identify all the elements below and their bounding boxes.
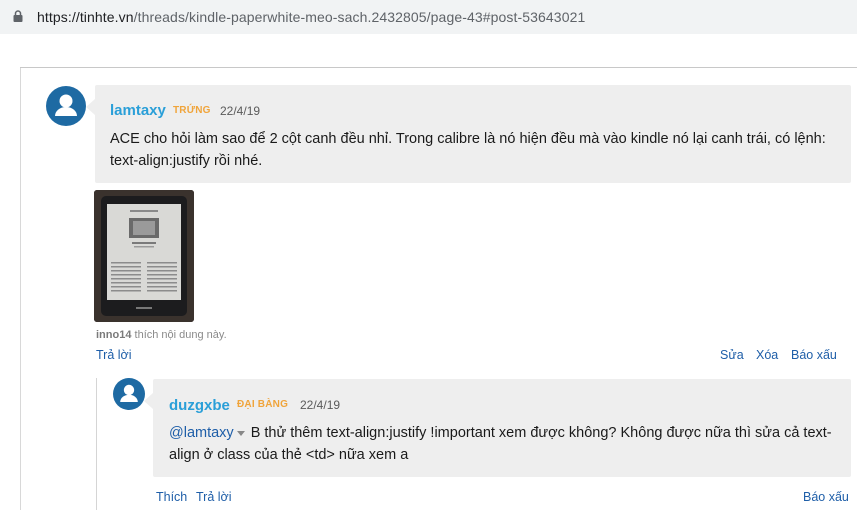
reply-reply-button[interactable]: Trả lời [196, 490, 232, 504]
likes-summary: inno14 thích nội dung này. [96, 329, 227, 341]
post-date[interactable]: 22/4/19 [220, 104, 260, 118]
like-button[interactable]: Thích [156, 490, 187, 504]
reply-date[interactable]: 22/4/19 [300, 398, 340, 412]
delete-button[interactable]: Xóa [756, 348, 778, 362]
edit-button[interactable]: Sửa [720, 348, 744, 362]
url-path: /threads/kindle-paperwhite-meo-sach.2432… [133, 9, 586, 25]
address-bar[interactable]: https://tinhte.vn/threads/kindle-paperwh… [0, 0, 857, 34]
reply-user-rank: ĐẠI BÀNG [237, 399, 289, 410]
url-text[interactable]: https://tinhte.vn/threads/kindle-paperwh… [37, 9, 585, 25]
kindle-photo[interactable] [94, 190, 194, 322]
user-rank: TRỨNG [173, 105, 211, 116]
avatar[interactable] [46, 86, 86, 126]
chevron-down-icon[interactable] [236, 430, 245, 436]
reply-thread-line [96, 378, 97, 510]
user-icon [120, 384, 138, 402]
reply-message: @lamtaxy B thử thêm text-align:justify !i… [169, 422, 839, 466]
reply-button[interactable]: Trả lời [96, 348, 132, 362]
url-host: https://tinhte.vn [37, 9, 134, 25]
likes-user[interactable]: inno14 [96, 329, 131, 341]
user-icon [55, 94, 77, 116]
page-divider [20, 67, 857, 68]
reply-message-text: B thử thêm text-align:justify !important… [169, 425, 832, 463]
reply-avatar[interactable] [113, 378, 145, 410]
kindle-device-image [94, 190, 194, 322]
left-border [20, 68, 21, 510]
report-button[interactable]: Báo xấu [791, 348, 837, 362]
post-message: ACE cho hỏi làm sao để 2 cột canh đều nh… [110, 131, 826, 169]
post-username[interactable]: lamtaxy [110, 102, 166, 119]
reply-report-button[interactable]: Báo xấu [803, 490, 849, 504]
lock-icon [13, 10, 23, 22]
mention-link[interactable]: @lamtaxy [169, 425, 234, 441]
likes-text: thích nội dung này. [134, 329, 227, 341]
reply-username[interactable]: duzgxbe [169, 397, 230, 414]
